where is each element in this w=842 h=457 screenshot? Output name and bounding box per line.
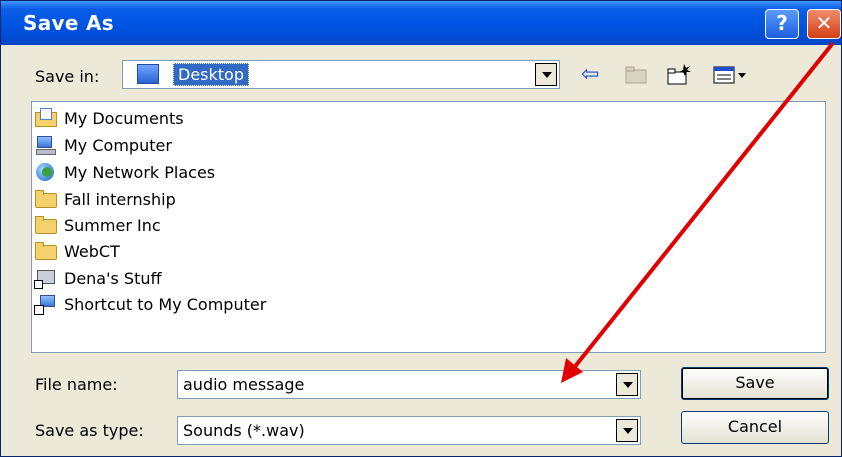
- save-as-dialog: Save As ? ✕ Save in: Desktop ⇦ My Docume…: [0, 0, 842, 457]
- annotation-arrow: [561, 41, 835, 383]
